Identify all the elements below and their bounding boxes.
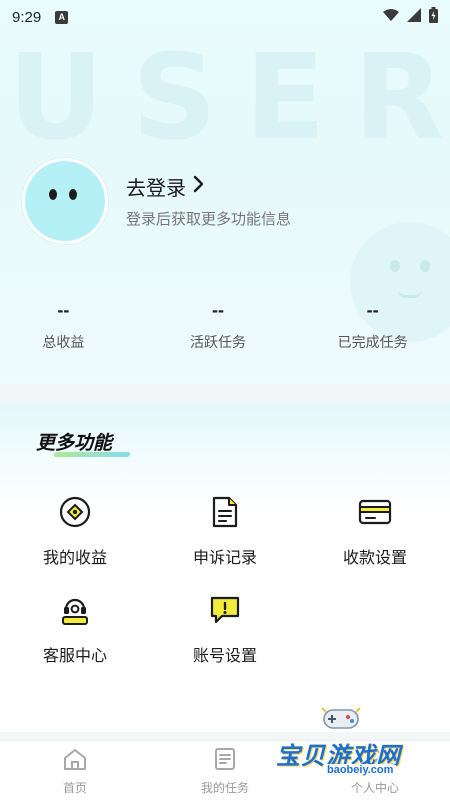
site-watermark: 宝贝游戏网 baobeiy.com — [270, 700, 440, 796]
stat-completed-tasks[interactable]: -- 已完成任务 — [295, 300, 450, 352]
watermark-site-url: baobeiy.com — [322, 764, 399, 776]
feature-label: 申诉记录 — [192, 550, 257, 567]
feature-label: 收款设置 — [342, 550, 407, 567]
nav-home[interactable]: 首页 — [0, 741, 150, 800]
alert-bubble-icon — [207, 592, 243, 628]
stat-total-earnings[interactable]: -- 总收益 — [0, 300, 141, 352]
feature-label: 账号设置 — [192, 648, 257, 665]
stat-value: -- — [57, 300, 70, 320]
task-list-icon — [213, 747, 237, 776]
notification-icon: A — [55, 10, 69, 24]
feature-appeal-records[interactable]: 申诉记录 — [150, 494, 300, 568]
stats-row: -- 总收益 -- 活跃任务 -- 已完成任务 — [0, 300, 450, 352]
nav-label: 我的任务 — [200, 781, 249, 795]
features-card: 更多功能 我的收益 申诉记录 收款设置 客服中心 账号设置 — [0, 402, 450, 732]
header-watermark: USER — [8, 28, 450, 166]
feature-account-settings[interactable]: 账号设置 — [150, 592, 300, 666]
status-bar: 9:29 A — [0, 0, 450, 34]
wifi-icon — [383, 8, 399, 26]
document-icon — [207, 494, 243, 530]
headset-icon — [57, 592, 93, 628]
stat-value: -- — [366, 300, 379, 320]
features-title: 更多功能 — [36, 433, 113, 454]
login-subtitle: 登录后获取更多功能信息 — [126, 211, 292, 228]
card-icon — [357, 494, 393, 530]
feature-label: 客服中心 — [42, 648, 107, 665]
chevron-right-icon — [192, 175, 204, 199]
avatar[interactable] — [22, 158, 108, 244]
feature-label: 我的收益 — [42, 550, 107, 567]
gamepad-icon — [320, 704, 362, 734]
login-link[interactable]: 去登录 — [126, 172, 204, 201]
stat-label: 活跃任务 — [190, 334, 246, 350]
stat-label: 总收益 — [42, 334, 85, 350]
signal-icon — [407, 8, 421, 26]
features-grid: 我的收益 申诉记录 收款设置 客服中心 账号设置 — [0, 494, 450, 666]
nav-label: 首页 — [62, 781, 87, 795]
stat-value: -- — [212, 300, 224, 320]
coin-circle-icon — [57, 494, 93, 530]
home-icon — [62, 747, 88, 776]
battery-icon — [429, 7, 438, 27]
login-label: 去登录 — [126, 178, 186, 200]
feature-my-earnings[interactable]: 我的收益 — [0, 494, 150, 568]
stat-active-tasks[interactable]: -- 活跃任务 — [141, 300, 296, 352]
feature-payment-settings[interactable]: 收款设置 — [300, 494, 450, 568]
stat-label: 已完成任务 — [337, 334, 408, 350]
status-time: 9:29 — [12, 8, 42, 26]
feature-customer-service[interactable]: 客服中心 — [0, 592, 150, 666]
